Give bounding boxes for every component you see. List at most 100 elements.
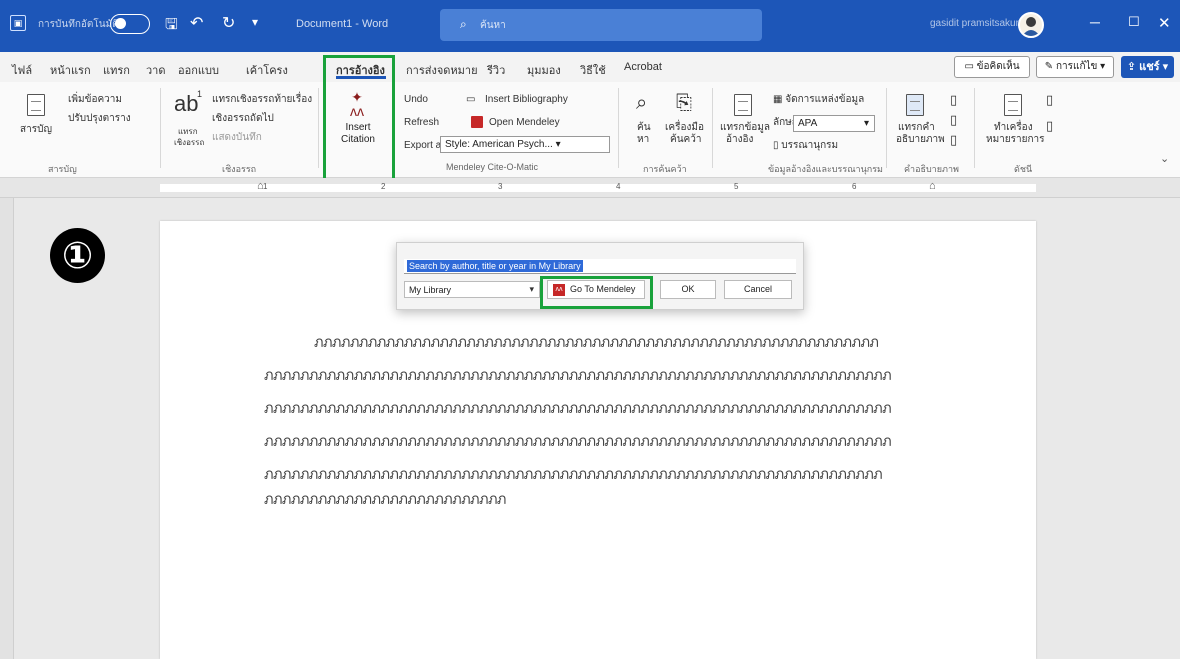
mendeley-style-select[interactable]: Style: American Psych... ▾ — [440, 136, 610, 153]
document-text-line[interactable]: ภภภภภภภภภภภภภภภภภภภภภภภภภภภภภภภภภภภภภภภภ… — [264, 364, 892, 387]
share-label: แชร์ — [1139, 61, 1160, 73]
update-table-icon[interactable]: ▯ — [950, 113, 957, 126]
next-footnote-button[interactable]: เชิงอรรถถัดไป — [212, 113, 274, 125]
researcher-icon[interactable]: ⎘ — [676, 92, 692, 114]
citation-style-select[interactable]: APA ▾ — [793, 115, 875, 132]
search-box[interactable]: ⌕ ค้นหา — [440, 9, 762, 41]
tab-help[interactable]: วิธีใช้ — [580, 61, 606, 79]
search-icon: ⌕ — [460, 17, 467, 31]
insert-footnote-label-2[interactable]: เชิงอรรถ — [174, 137, 204, 149]
researcher-label-1[interactable]: เครื่องมือ — [665, 122, 704, 134]
ruler-mark: 5 — [734, 182, 739, 191]
insert-footnote-icon[interactable]: ab — [174, 92, 198, 116]
horizontal-ruler[interactable]: 1 2 3 4 5 6 ⌂ ⌂ — [0, 178, 1180, 198]
insert-caption-label-2[interactable]: อธิบายภาพ — [896, 134, 945, 146]
document-text-line[interactable]: ภภภภภภภภภภภภภภภภภภภภภภภภภภภภภภภภภภภภภภภภ… — [314, 331, 879, 354]
chevron-down-icon: ▾ — [1159, 61, 1169, 73]
insert-table-of-figures-icon[interactable]: ▯ — [950, 93, 957, 106]
ok-button[interactable]: OK — [660, 280, 716, 299]
separator — [886, 88, 887, 168]
ruler-mark: 4 — [616, 182, 621, 191]
insert-citation-icon[interactable] — [734, 94, 752, 116]
editing-button[interactable]: ✎ การแก้ไข ▾ — [1036, 56, 1114, 78]
close-button[interactable]: ✕ — [1158, 14, 1171, 32]
go-to-mendeley-highlight — [540, 276, 653, 309]
research-search-label-1[interactable]: ค้น — [637, 122, 651, 134]
toc-label[interactable]: สารบัญ — [20, 124, 52, 136]
document-text-line[interactable]: ภภภภภภภภภภภภภภภภภภภภภภภภภภภภภภภภภภภภภภภภ… — [264, 430, 892, 453]
redo-icon[interactable]: ↻ — [222, 13, 235, 33]
autosave-toggle[interactable] — [110, 14, 150, 34]
separator — [318, 88, 319, 168]
mark-entry-label-2[interactable]: หมายรายการ — [986, 134, 1045, 146]
tab-acrobat[interactable]: Acrobat — [624, 61, 662, 73]
tab-home[interactable]: หน้าแรก — [50, 61, 91, 79]
researcher-label-2[interactable]: ค้นคว้า — [670, 134, 701, 146]
cancel-button[interactable]: Cancel — [724, 280, 792, 299]
tab-mailings[interactable]: การส่งจดหมาย — [406, 61, 478, 79]
manage-sources-label: จัดการแหล่งข้อมูล — [785, 94, 865, 105]
insert-citation-label-1[interactable]: แทรกข้อมูล — [720, 122, 770, 134]
customize-toolbar-icon[interactable]: ▾ — [252, 15, 258, 29]
save-icon[interactable]: 🖫 — [165, 14, 178, 39]
document-text-line[interactable]: ภภภภภภภภภภภภภภภภภภภภภภภภภภภ — [264, 488, 506, 511]
chevron-down-icon: ▾ — [552, 139, 561, 150]
mark-entry-label-1[interactable]: ทำเครื่อง — [994, 122, 1033, 134]
research-group-label: การค้นคว้า — [643, 164, 687, 174]
toggle-knob — [115, 18, 126, 29]
tab-insert[interactable]: แทรก — [103, 61, 130, 79]
undo-icon[interactable]: ↶ — [190, 13, 203, 33]
collapse-ribbon-icon[interactable]: ⌄ — [1160, 152, 1169, 165]
manage-sources-button[interactable]: ▦ จัดการแหล่งข้อมูล — [773, 94, 864, 106]
update-index-icon[interactable]: ▯ — [1046, 119, 1053, 132]
mendeley-undo-button[interactable]: Undo — [404, 94, 428, 106]
add-text-button[interactable]: เพิ่มข้อความ — [68, 94, 122, 106]
tab-draw[interactable]: วาด — [146, 61, 166, 79]
title-bar: ▣ การบันทึกอัตโนมัติ 🖫 ↶ ↻ ▾ Document1 -… — [0, 0, 1180, 52]
tab-file[interactable]: ไฟล์ — [12, 61, 32, 79]
insert-index-icon[interactable]: ▯ — [1046, 93, 1053, 106]
mark-entry-icon[interactable] — [1004, 94, 1022, 116]
separator — [160, 88, 161, 168]
tab-layout[interactable]: เค้าโครง — [246, 61, 288, 79]
tab-design[interactable]: ออกแบบ — [178, 61, 219, 79]
insert-citation-label-2[interactable]: อ้างอิง — [726, 134, 753, 146]
style-label: Style: — [445, 139, 471, 150]
right-indent-marker-icon[interactable]: ⌂ — [929, 180, 936, 192]
ruler-mark: 1 — [263, 182, 268, 191]
bibliography-button[interactable]: ▯ บรรณานุกรม — [773, 140, 838, 152]
insert-endnote-button[interactable]: แทรกเชิงอรรถท้ายเรื่อง — [212, 94, 312, 106]
comments-button[interactable]: ▭ ข้อคิดเห็น — [954, 56, 1030, 78]
insert-caption-label-1[interactable]: แทรกคำ — [898, 122, 935, 134]
insert-caption-icon[interactable] — [906, 94, 924, 116]
library-select[interactable]: My Library ▾ — [404, 281, 540, 298]
user-name[interactable]: gasidit pramsitsakunn — [930, 18, 1027, 29]
document-text-line[interactable]: ภภภภภภภภภภภภภภภภภภภภภภภภภภภภภภภภภภภภภภภภ… — [264, 463, 883, 486]
save-icon[interactable]: ▣ — [10, 15, 26, 31]
cross-reference-icon[interactable]: ▯ — [950, 133, 957, 146]
show-notes-button[interactable]: แสดงบันทึก — [212, 132, 262, 144]
avatar[interactable] — [1018, 12, 1044, 38]
ruler-mark: 6 — [852, 182, 857, 191]
indent-marker-icon[interactable]: ⌂ — [257, 180, 264, 192]
research-search-label-2[interactable]: หา — [637, 134, 649, 146]
share-button[interactable]: ⇪ แชร์ ▾ — [1121, 56, 1174, 78]
tab-view[interactable]: มุมมอง — [527, 61, 561, 79]
insert-bibliography-button[interactable]: Insert Bibliography — [485, 94, 568, 106]
ruler-mark: 3 — [498, 182, 503, 191]
tab-review[interactable]: รีวิว — [487, 61, 505, 79]
vertical-ruler[interactable] — [0, 198, 14, 659]
citation-search-text[interactable]: Search by author, title or year in My Li… — [407, 260, 583, 272]
footnote-superscript: 1 — [197, 89, 203, 99]
maximize-button[interactable]: ☐ — [1128, 14, 1140, 30]
minimize-button[interactable]: ─ — [1090, 14, 1100, 30]
table-of-contents-icon[interactable] — [27, 94, 45, 116]
comments-label: ข้อคิดเห็น — [976, 61, 1020, 72]
search-icon[interactable]: ⌕ — [636, 92, 647, 114]
update-table-button[interactable]: ปรับปรุงตาราง — [68, 113, 131, 125]
pencil-icon: ✎ — [1044, 61, 1056, 72]
document-text-line[interactable]: ภภภภภภภภภภภภภภภภภภภภภภภภภภภภภภภภภภภภภภภภ… — [264, 397, 892, 420]
open-mendeley-button[interactable]: Open Mendeley — [489, 117, 560, 129]
ruler-mark: 2 — [381, 182, 386, 191]
mendeley-refresh-button[interactable]: Refresh — [404, 117, 439, 129]
